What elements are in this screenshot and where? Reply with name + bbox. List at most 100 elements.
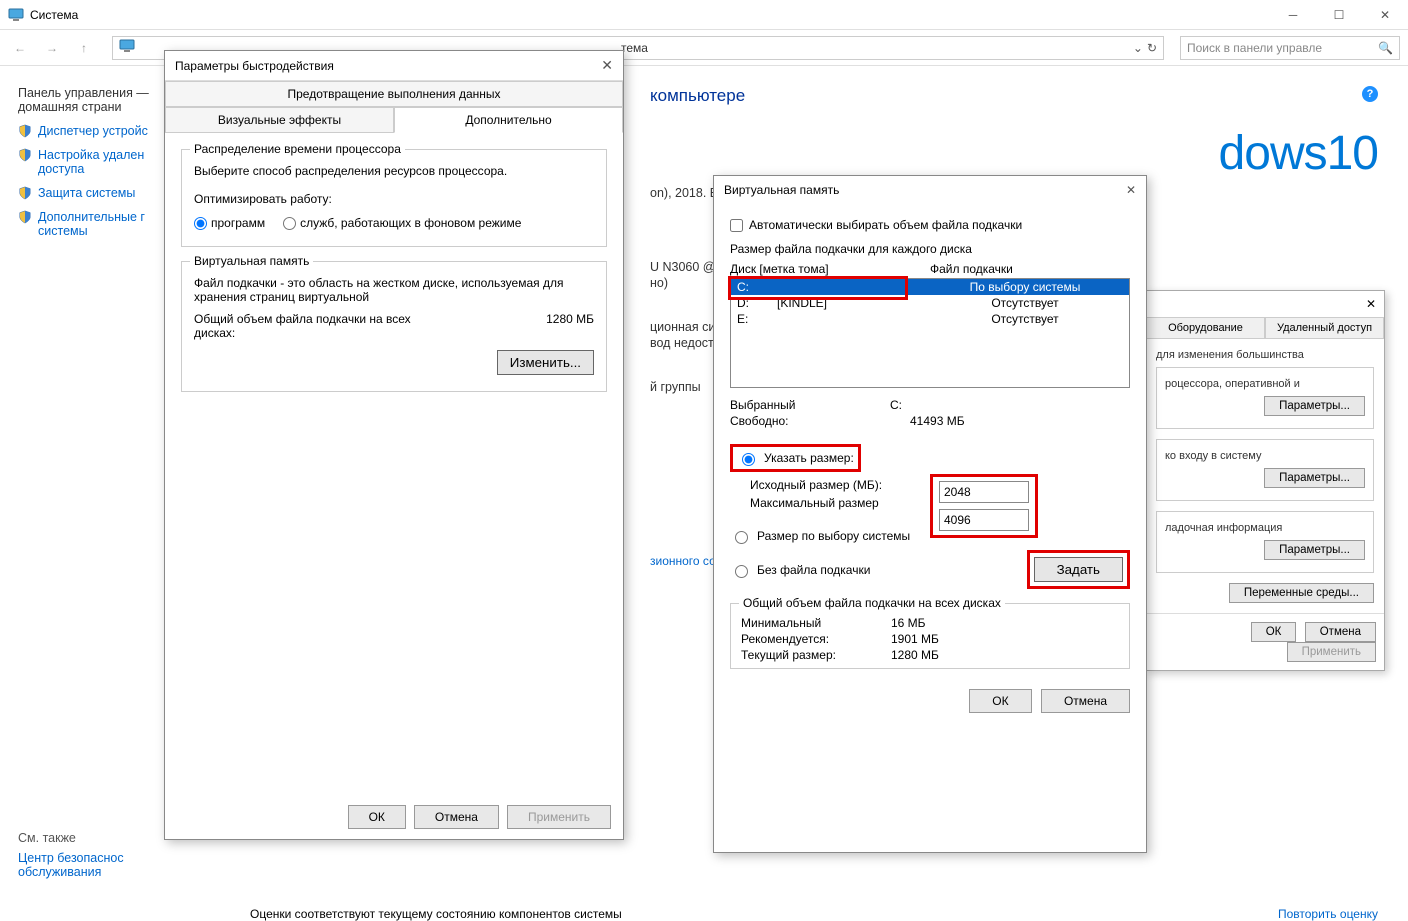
addr-dropdown-icon[interactable]: ⌄ (1133, 41, 1143, 55)
set-button[interactable]: Задать (1034, 557, 1123, 582)
sidebar-item-label: Защита системы (38, 186, 135, 200)
activation-link[interactable]: зионного со (650, 554, 716, 568)
refresh-link[interactable]: Повторить оценку (1278, 907, 1378, 921)
close-icon[interactable]: ✕ (601, 57, 613, 74)
virtual-memory-group: Виртуальная память Файл подкачки - это о… (181, 261, 607, 392)
radio-services-input[interactable] (283, 217, 296, 230)
perf-apply-button[interactable]: Применить (507, 805, 611, 829)
drive-letter: E: (737, 312, 777, 326)
selected-label: Выбранный (730, 398, 890, 412)
drive-letter: D: (737, 296, 777, 310)
auto-manage-row[interactable]: Автоматически выбирать объем файла подка… (730, 218, 1130, 232)
sp-group-startup: ладочная информация Параметры... (1156, 511, 1374, 573)
cpu-scheduling-group: Распределение времени процессора Выберит… (181, 149, 607, 247)
vm-ok-button[interactable]: ОК (969, 689, 1031, 713)
drive-letter: C: (737, 280, 777, 294)
footer-link[interactable]: Центр безопаснос обслуживания (18, 851, 124, 879)
tab-visual-effects[interactable]: Визуальные эффекты (165, 107, 394, 133)
search-box[interactable]: Поиск в панели управле 🔍 (1180, 36, 1400, 60)
radio-custom-label: Указать размер: (764, 451, 854, 465)
tab-remote[interactable]: Удаленный доступ (1265, 317, 1384, 338)
drive-label (777, 312, 927, 326)
sp-apply-button[interactable]: Применить (1287, 642, 1376, 662)
close-button[interactable]: ✕ (1362, 0, 1408, 30)
maximize-button[interactable]: ☐ (1316, 0, 1362, 30)
radio-services-label: служб, работающих в фоновом режиме (300, 216, 521, 230)
forward-button[interactable]: → (40, 36, 64, 60)
max-size-input[interactable] (939, 509, 1029, 531)
radio-no-pagefile[interactable]: Без файла подкачки (730, 562, 870, 578)
vm-titlebar: Виртуальная память ✕ (714, 176, 1146, 204)
drive-list[interactable]: C: По выбору системы D: [KINDLE] Отсутст… (730, 278, 1130, 388)
tab-advanced[interactable]: Дополнительно (394, 107, 623, 133)
col-pagefile: Файл подкачки (930, 262, 1013, 276)
vm-total-label: Общий объем файла подкачки на всех диска… (194, 312, 454, 340)
sp-ok-button[interactable]: ОК (1251, 622, 1297, 642)
drive-row-d[interactable]: D: [KINDLE] Отсутствует (731, 295, 1129, 311)
help-icon[interactable]: ? (1362, 86, 1378, 102)
min-label: Минимальный (741, 616, 891, 630)
sp-group-profiles: ко входу в систему Параметры... (1156, 439, 1374, 501)
initial-size-label: Исходный размер (МБ): (750, 478, 930, 492)
shield-icon (18, 186, 32, 200)
sp-cancel-button[interactable]: Отмена (1305, 622, 1376, 642)
windows10-logo: dows10 (1219, 126, 1378, 181)
up-button[interactable]: ↑ (72, 36, 96, 60)
selected-value: C: (890, 398, 902, 412)
perf-cancel-button[interactable]: Отмена (414, 805, 499, 829)
env-vars-button[interactable]: Переменные среды... (1229, 583, 1374, 603)
drive-row-c[interactable]: C: По выбору системы (731, 279, 1129, 295)
col-drive: Диск [метка тома] (730, 262, 930, 276)
initial-size-input[interactable] (939, 481, 1029, 503)
window-controls: ─ ☐ ✕ (1270, 0, 1408, 30)
close-icon[interactable]: ✕ (1366, 297, 1376, 311)
auto-manage-checkbox[interactable] (730, 219, 743, 232)
footer-label: См. также (18, 831, 124, 845)
shield-icon (18, 210, 32, 224)
system-icon (8, 7, 24, 23)
highlight-box-inputs (930, 474, 1038, 538)
addr-icon (119, 38, 135, 57)
drive-label (777, 280, 927, 294)
radio-programs-input[interactable] (194, 217, 207, 230)
sidebar-item-label: Настройка удален доступа (38, 148, 144, 176)
system-properties-dialog: ✕ Оборудование Удаленный доступ для изме… (1145, 290, 1385, 671)
addr-text: тема (621, 41, 648, 55)
perf-title-text: Параметры быстродействия (175, 59, 334, 73)
params-button-perf[interactable]: Параметры... (1264, 396, 1365, 416)
close-icon[interactable]: ✕ (1126, 183, 1136, 197)
radio-custom-input[interactable] (742, 453, 755, 466)
radio-custom-size[interactable]: Указать размер: (730, 444, 861, 472)
vm-cancel-button[interactable]: Отмена (1041, 689, 1130, 713)
sp-group-desc: роцессора, оперативной и (1165, 378, 1365, 390)
max-size-label: Максимальный размер (750, 496, 930, 510)
tab-hardware[interactable]: Оборудование (1146, 317, 1265, 338)
cpu-desc: Выберите способ распределения ресурсов п… (194, 164, 594, 178)
change-button[interactable]: Изменить... (497, 350, 594, 375)
cpu-group-title: Распределение времени процессора (190, 142, 405, 156)
back-button[interactable]: ← (8, 36, 32, 60)
virtual-memory-dialog: Виртуальная память ✕ Автоматически выбир… (713, 175, 1147, 853)
radio-services[interactable]: служб, работающих в фоновом режиме (283, 216, 521, 230)
vm-total-value: 1280 МБ (546, 312, 594, 340)
rec-label: Рекомендуется: (741, 632, 891, 646)
params-button-startup[interactable]: Параметры... (1264, 540, 1365, 560)
refresh-icon[interactable]: ↻ (1147, 41, 1157, 55)
totals-title: Общий объем файла подкачки на всех диска… (739, 596, 1005, 610)
radio-programs-label: программ (211, 216, 265, 230)
drive-row-e[interactable]: E: Отсутствует (731, 311, 1129, 327)
sidebar-footer: См. также Центр безопаснос обслуживания (18, 831, 124, 881)
radio-system-input[interactable] (735, 531, 748, 544)
bottom-note: Оценки соответствуют текущему состоянию … (250, 907, 622, 921)
radio-programs[interactable]: программ (194, 216, 265, 230)
shield-icon (18, 124, 32, 138)
drive-pf: Отсутствует (927, 296, 1123, 310)
minimize-button[interactable]: ─ (1270, 0, 1316, 30)
performance-options-dialog: Параметры быстродействия ✕ Предотвращени… (164, 50, 624, 840)
perf-ok-button[interactable]: ОК (348, 805, 406, 829)
params-button-profiles[interactable]: Параметры... (1264, 468, 1365, 488)
sp-group-desc: ладочная информация (1165, 522, 1365, 534)
auto-manage-label: Автоматически выбирать объем файла подка… (749, 218, 1022, 232)
tab-dep[interactable]: Предотвращение выполнения данных (165, 81, 623, 107)
radio-none-input[interactable] (735, 565, 748, 578)
